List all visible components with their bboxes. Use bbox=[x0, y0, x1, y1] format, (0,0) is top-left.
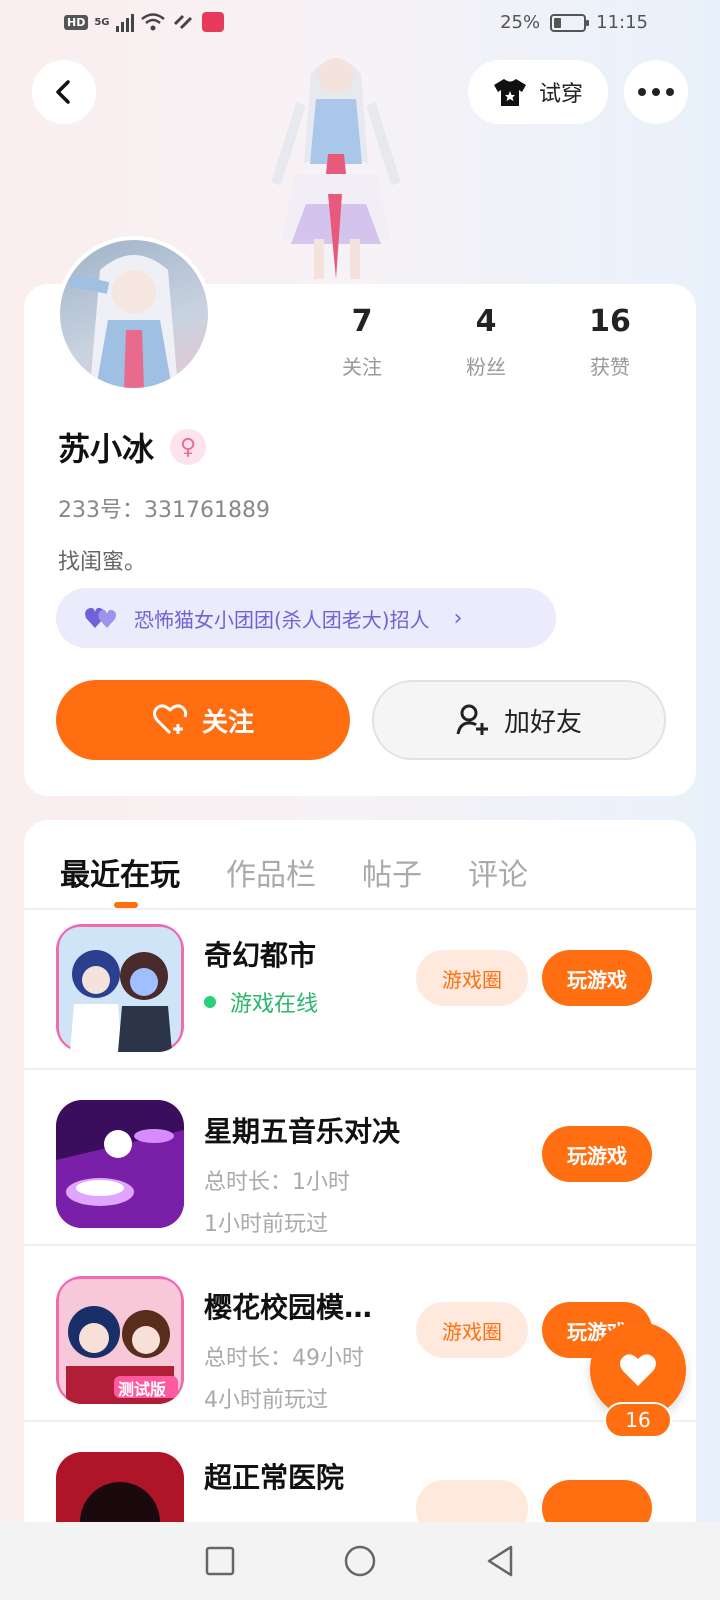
back-button[interactable] bbox=[32, 60, 96, 124]
clock: 11:15 bbox=[596, 12, 648, 33]
double-heart-icon bbox=[85, 607, 116, 628]
like-count: 16 bbox=[604, 1402, 672, 1438]
game-title: 星期五音乐对决 bbox=[204, 1115, 401, 1148]
status-bar: HD 5G 25% 11:15 bbox=[0, 0, 720, 48]
add-friend-label: 加好友 bbox=[503, 707, 582, 738]
tab-comments[interactable]: 评论 bbox=[468, 850, 528, 894]
game-total-duration: 总时长：49小时 bbox=[204, 1346, 364, 1371]
user-id[interactable]: 233号：331761889 bbox=[58, 492, 270, 524]
back-nav-button[interactable] bbox=[484, 1544, 516, 1578]
game-row-friday-music[interactable]: 星期五音乐对决 总时长：1小时 1小时前玩过 玩游戏 bbox=[24, 1070, 696, 1246]
battery-icon bbox=[550, 13, 590, 32]
try-on-label: 试穿 bbox=[538, 82, 583, 107]
game-title: 超正常医院 bbox=[204, 1461, 345, 1494]
game-icon[interactable]: 测试版 bbox=[56, 1276, 184, 1404]
bio: 找闺蜜。 bbox=[58, 550, 147, 575]
game-total-duration: 总时长：1小时 bbox=[204, 1170, 350, 1195]
back-arrow-icon bbox=[56, 80, 70, 104]
follow-button[interactable]: 关注 bbox=[56, 680, 350, 760]
tab-recently-played[interactable]: 最近在玩 bbox=[60, 850, 180, 894]
follow-label: 关注 bbox=[201, 707, 254, 738]
tshirt-icon bbox=[493, 79, 526, 106]
home-button[interactable] bbox=[343, 1544, 377, 1578]
username: 苏小冰 bbox=[58, 430, 155, 468]
stat-label: 关注 bbox=[342, 355, 382, 379]
game-circle-button[interactable]: 游戏圈 bbox=[416, 950, 528, 1006]
more-button[interactable] bbox=[624, 60, 688, 124]
play-game-button[interactable]: 玩游戏 bbox=[542, 1126, 652, 1182]
stat-label: 粉丝 bbox=[466, 355, 506, 379]
online-dot-icon bbox=[204, 996, 216, 1008]
network-type: 5G bbox=[94, 16, 110, 28]
profile-stats: 7 关注 4 粉丝 16 获赞 bbox=[300, 304, 672, 380]
heart-plus-icon bbox=[152, 704, 188, 735]
avatar[interactable] bbox=[56, 236, 212, 392]
game-icon[interactable] bbox=[56, 924, 184, 1052]
add-user-icon bbox=[456, 704, 488, 735]
stat-value: 7 bbox=[351, 304, 373, 339]
try-on-button[interactable]: 试穿 bbox=[468, 60, 608, 124]
stat-value: 4 bbox=[475, 304, 497, 339]
wifi-icon bbox=[140, 13, 165, 31]
system-nav-bar bbox=[0, 1522, 720, 1600]
avatar-figure-image bbox=[271, 58, 401, 279]
online-status: 游戏在线 bbox=[204, 986, 318, 1018]
game-title: 奇幻都市 bbox=[204, 939, 317, 972]
chevron-right-icon: › bbox=[453, 605, 463, 631]
game-title: 樱花校园模… bbox=[204, 1291, 373, 1324]
stat-label: 获赞 bbox=[590, 355, 630, 379]
add-friend-button[interactable]: 加好友 bbox=[372, 680, 666, 760]
battery-percent: 25% bbox=[500, 12, 541, 33]
stat-value: 16 bbox=[589, 304, 631, 339]
tab-posts[interactable]: 帖子 bbox=[362, 850, 422, 894]
heart-icon bbox=[620, 1354, 656, 1386]
hd-indicator: HD bbox=[64, 14, 89, 30]
link-icon bbox=[173, 14, 192, 30]
stat-likes[interactable]: 16 获赞 bbox=[548, 304, 672, 380]
app-notification-icon bbox=[201, 12, 224, 32]
avatar-image bbox=[68, 255, 178, 388]
tab-works[interactable]: 作品栏 bbox=[226, 850, 316, 894]
online-status-text: 游戏在线 bbox=[230, 992, 319, 1017]
content-card: 最近在玩 作品栏 帖子 评论 奇幻都市 游戏在线 游戏圈 玩游戏 星期五音乐对决… bbox=[24, 820, 696, 1540]
female-gender-icon: ♀ bbox=[170, 429, 207, 465]
game-icon[interactable] bbox=[56, 1100, 184, 1228]
game-last-played: 1小时前玩过 bbox=[204, 1212, 328, 1237]
game-row-fantasy-city[interactable]: 奇幻都市 游戏在线 游戏圈 玩游戏 bbox=[24, 894, 696, 1070]
play-game-button[interactable]: 玩游戏 bbox=[542, 950, 652, 1006]
game-row-sakura-school[interactable]: 测试版 樱花校园模… 总时长：49小时 4小时前玩过 游戏圈 玩游戏 bbox=[24, 1246, 696, 1422]
recent-apps-button[interactable] bbox=[204, 1545, 236, 1577]
team-recruit-text: 恐怖猫女小团团(杀人团老大)招人 bbox=[134, 607, 430, 632]
game-circle-button[interactable]: 游戏圈 bbox=[416, 1302, 528, 1358]
stat-following[interactable]: 7 关注 bbox=[300, 304, 424, 380]
more-dots-icon bbox=[638, 88, 674, 96]
signal-icon bbox=[115, 12, 134, 32]
test-version-badge: 测试版 bbox=[118, 1380, 167, 1399]
stat-followers[interactable]: 4 粉丝 bbox=[424, 304, 548, 380]
team-recruit-banner[interactable]: 恐怖猫女小团团(杀人团老大)招人 › bbox=[56, 588, 556, 648]
game-last-played: 4小时前玩过 bbox=[204, 1388, 328, 1413]
profile-tabs: 最近在玩 作品栏 帖子 评论 bbox=[60, 850, 528, 894]
username-row: 苏小冰 ♀ bbox=[58, 424, 207, 470]
